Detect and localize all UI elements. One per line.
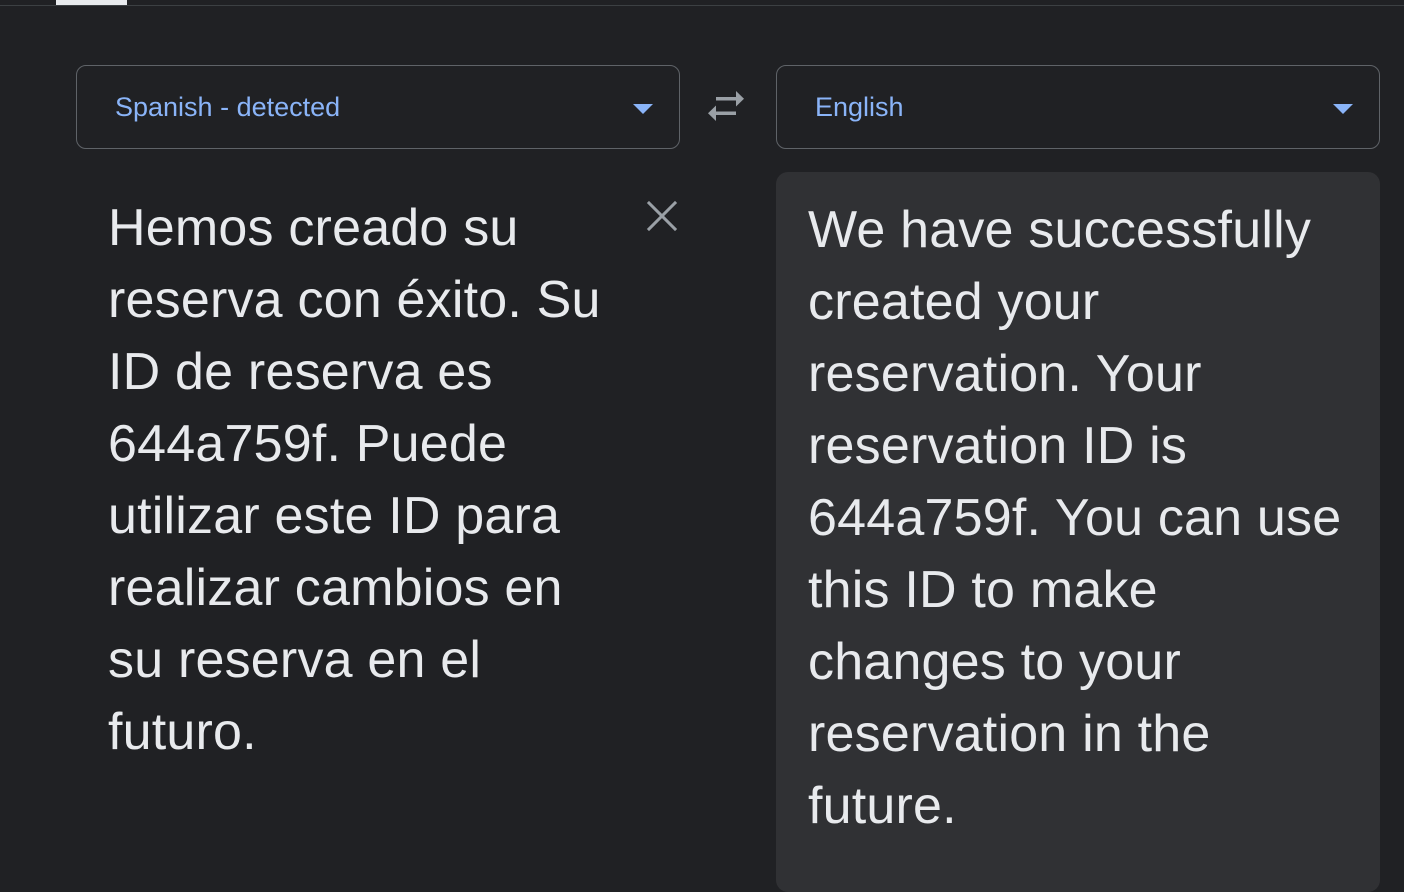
source-text-area[interactable]: Hemos creado su reserva con éxito. Su ID… [76,172,680,866]
active-tab-indicator [56,0,127,5]
swap-horiz-icon [708,91,744,121]
target-language-select[interactable]: English [776,65,1380,149]
translation-panel: We have successfully created your reserv… [776,172,1380,892]
top-bar [0,0,1404,6]
source-text[interactable]: Hemos creado su reserva con éxito. Su ID… [108,192,628,768]
source-language-label: Spanish - detected [115,92,341,122]
arrow-drop-down-icon [633,104,653,114]
target-language-label: English [815,92,904,122]
arrow-drop-down-icon [1333,104,1353,114]
clear-source-button[interactable] [642,196,682,236]
source-language-select[interactable]: Spanish - detected [76,65,680,149]
swap-languages-button[interactable] [702,84,750,132]
translation-text: We have successfully created your reserv… [808,201,1342,835]
close-icon [646,200,678,232]
